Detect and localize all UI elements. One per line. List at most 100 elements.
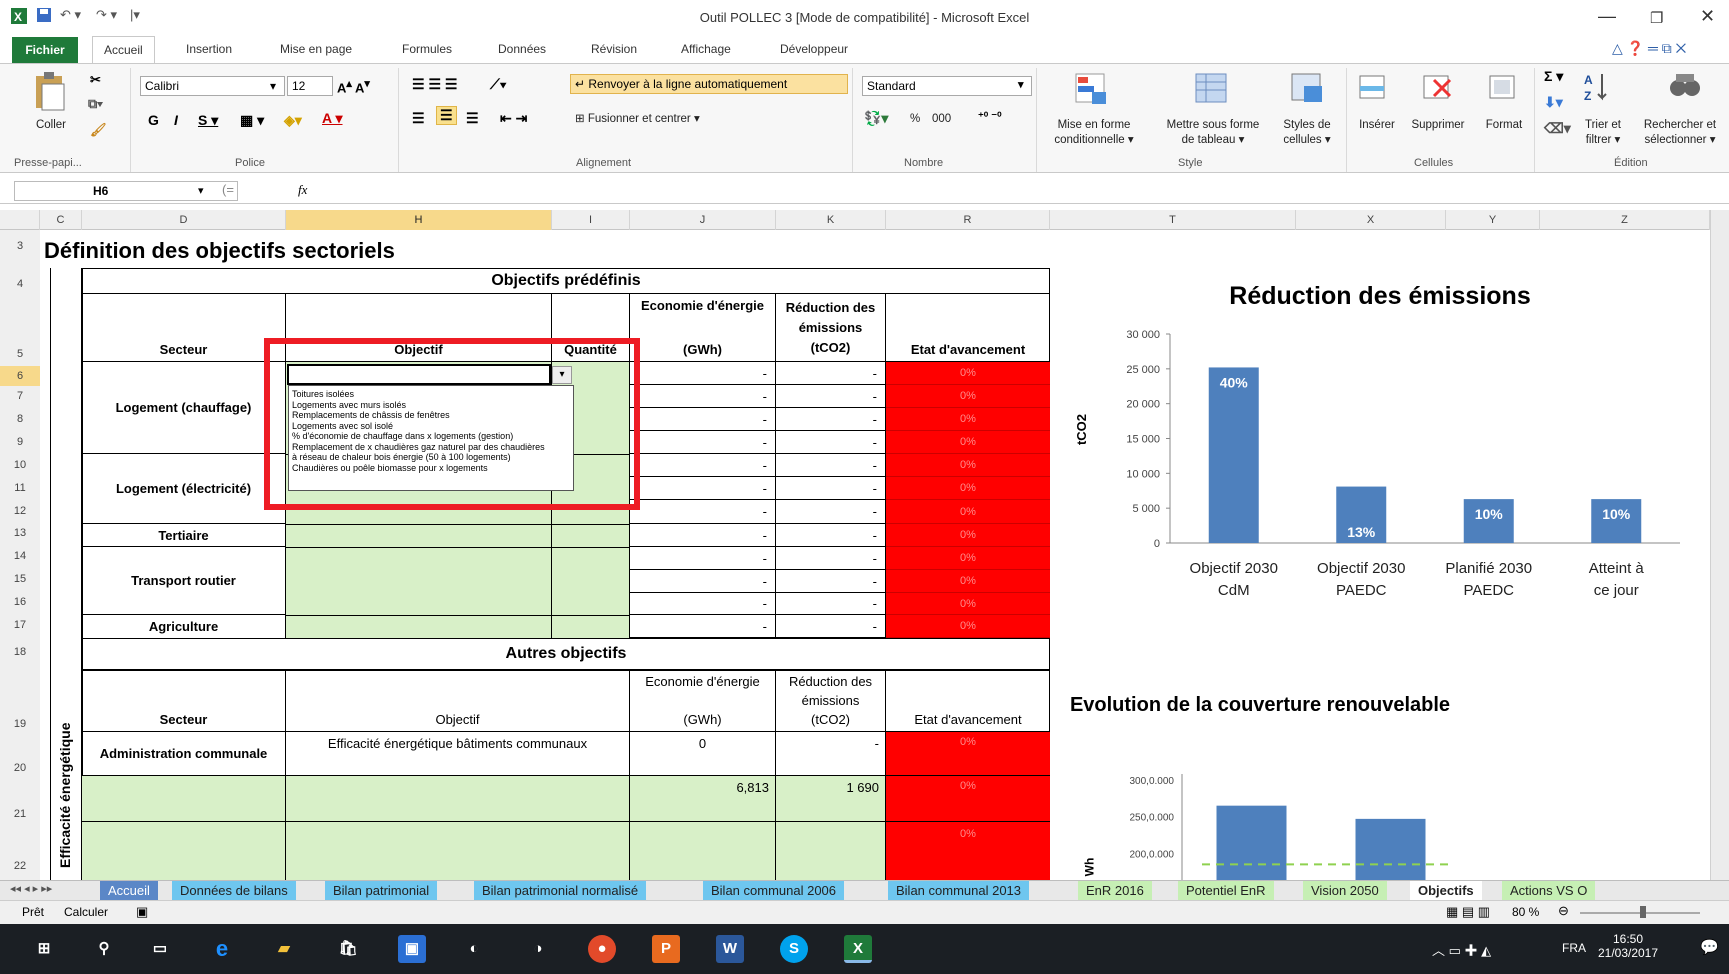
tab-developpeur[interactable]: Développeur	[780, 42, 848, 56]
chrome-icon[interactable]: ●	[588, 935, 616, 963]
col-header-y[interactable]: Y	[1446, 210, 1540, 230]
percent-button[interactable]: %	[910, 112, 920, 127]
row22-gwh[interactable]	[630, 822, 776, 880]
col-header-t[interactable]: T	[1050, 210, 1296, 230]
sheet-tab[interactable]: Actions VS O	[1502, 881, 1596, 900]
notifications-icon[interactable]: 💬	[1700, 938, 1719, 956]
currency-icon[interactable]: 💱▾	[864, 110, 888, 127]
sheet-tab[interactable]: Bilan communal 2013	[888, 881, 1030, 900]
store-icon[interactable]: 🛍	[334, 935, 362, 963]
zoom-slider-thumb[interactable]	[1640, 906, 1646, 918]
format-painter-icon[interactable]: 🖌	[90, 122, 107, 138]
fill-icon[interactable]: ⬇▾	[1544, 94, 1563, 111]
tab-mise-en-page[interactable]: Mise en page	[280, 42, 352, 56]
tab-formules[interactable]: Formules	[402, 42, 452, 56]
tab-fichier[interactable]: Fichier	[12, 37, 78, 63]
cond-format-label[interactable]: Mise en forme conditionnelle ▾	[1042, 118, 1146, 148]
col-header-j[interactable]: J	[630, 210, 776, 230]
font-size-box[interactable]: 12	[287, 76, 333, 96]
format-table-label[interactable]: Mettre sous forme de tableau ▾	[1156, 118, 1270, 148]
wrap-text-button[interactable]: ↵ Renvoyer à la ligne automatiquement	[570, 74, 848, 94]
edge-icon[interactable]: e	[208, 935, 236, 963]
clear-icon[interactable]: ⌫▾	[1544, 120, 1571, 137]
search-icon[interactable]: ⚲	[90, 935, 118, 963]
row22-secteur[interactable]	[82, 822, 286, 880]
sort-filter-label[interactable]: Trier et filtrer ▾	[1576, 118, 1630, 148]
paste-label[interactable]: Coller	[28, 118, 74, 133]
skype-icon[interactable]: S	[780, 935, 808, 963]
decimal-icon[interactable]: ⁺⁰ ⁻⁰	[978, 110, 1002, 123]
bold-icon[interactable]: G	[148, 112, 159, 128]
row-header[interactable]: 18	[0, 646, 40, 658]
row-header[interactable]: 3	[0, 240, 40, 252]
tab-affichage[interactable]: Affichage	[681, 42, 731, 56]
sheet-tab[interactable]: Accueil	[100, 881, 158, 900]
format-cells-icon[interactable]	[1486, 72, 1522, 106]
format-as-table-icon[interactable]	[1194, 72, 1230, 106]
excel-taskbar-icon[interactable]: X	[844, 935, 872, 963]
col-header-c[interactable]: C	[40, 210, 82, 230]
tray-clock[interactable]: 16:50 21/03/2017	[1596, 932, 1660, 960]
select-all-corner[interactable]	[0, 210, 40, 230]
paste-icon[interactable]	[32, 72, 68, 111]
merge-center-button[interactable]: ⊞ Fusionner et centrer ▾	[575, 112, 700, 127]
chart-emissions[interactable]: Réduction des émissions tCO2 05 000 10 00…	[1060, 272, 1700, 612]
row-header[interactable]: 11	[0, 482, 40, 494]
fill-color-icon[interactable]: ◈▾	[284, 112, 302, 129]
view-buttons-icon[interactable]: ▦ ▤ ▥	[1446, 904, 1490, 920]
copy-icon[interactable]: ⧉▾	[88, 96, 103, 112]
app-icon[interactable]: ▣	[398, 935, 426, 963]
zoom-level[interactable]: 80 %	[1512, 905, 1539, 919]
cell-styles-icon[interactable]	[1290, 72, 1326, 106]
vertical-scrollbar[interactable]	[1710, 210, 1729, 880]
col-header-k[interactable]: K	[776, 210, 886, 230]
orientation-icon[interactable]: ⟋▾	[490, 76, 507, 93]
thousands-button[interactable]: 000	[932, 112, 951, 127]
zoom-out-icon[interactable]: ⊖	[1558, 903, 1569, 919]
row-header[interactable]: 12	[0, 505, 40, 517]
format-label[interactable]: Format	[1478, 118, 1530, 133]
align-center-icon[interactable]: ☰	[436, 106, 457, 125]
row21-tco2[interactable]: 1 690	[776, 776, 886, 822]
row21-secteur[interactable]	[82, 776, 286, 822]
name-box-dropdown-icon[interactable]: ▾	[198, 184, 204, 197]
insert-label[interactable]: Insérer	[1352, 118, 1402, 133]
word-icon[interactable]: W	[716, 935, 744, 963]
tray-language[interactable]: FRA	[1562, 941, 1586, 955]
col-header-h[interactable]: H	[286, 210, 552, 230]
align-right-icon[interactable]: ☰	[466, 110, 479, 127]
formula-input[interactable]	[320, 181, 1720, 201]
sheet-tab[interactable]: Objectifs	[1410, 881, 1482, 900]
borders-icon[interactable]: ▦ ▾	[240, 112, 264, 129]
font-name-box[interactable]: Calibri	[140, 76, 284, 96]
insert-cells-icon[interactable]	[1356, 72, 1392, 106]
tab-insertion[interactable]: Insertion	[186, 42, 232, 56]
row22-objectif[interactable]	[286, 822, 630, 880]
row-header[interactable]: 17	[0, 619, 40, 631]
close-button[interactable]: ✕	[1700, 6, 1715, 27]
col-header-z[interactable]: Z	[1540, 210, 1710, 230]
col-header-d[interactable]: D	[82, 210, 286, 230]
task-view-icon[interactable]: ▭	[146, 935, 174, 963]
col-header-x[interactable]: X	[1296, 210, 1446, 230]
row-header[interactable]: 5	[0, 348, 40, 360]
indent-icon[interactable]: ⇤ ⇥	[500, 110, 527, 127]
row-header[interactable]: 4	[0, 278, 40, 290]
row-header[interactable]: 10	[0, 459, 40, 471]
powerpoint-icon[interactable]: P	[652, 935, 680, 963]
sheet-tab[interactable]: Bilan communal 2006	[703, 881, 845, 900]
app3-icon[interactable]: ◑	[524, 935, 552, 963]
macro-record-icon[interactable]: ▣	[136, 904, 148, 920]
sort-filter-icon[interactable]: AZ	[1582, 70, 1618, 104]
row22-tco2[interactable]	[776, 822, 886, 880]
col-header-r[interactable]: R	[886, 210, 1050, 230]
number-format-dropdown-icon[interactable]: ▾	[1018, 78, 1024, 91]
font-name-dropdown-icon[interactable]: ▾	[267, 76, 285, 96]
row-header[interactable]: 6	[0, 366, 40, 386]
conditional-format-icon[interactable]	[1074, 72, 1110, 106]
row-header[interactable]: 13	[0, 527, 40, 539]
sheet-tab[interactable]: Potentiel EnR	[1178, 881, 1274, 900]
row21-objectif[interactable]	[286, 776, 630, 822]
underline-icon[interactable]: S ▾	[198, 112, 218, 129]
align-top-icon[interactable]: ☰ ☰ ☰	[412, 76, 457, 93]
